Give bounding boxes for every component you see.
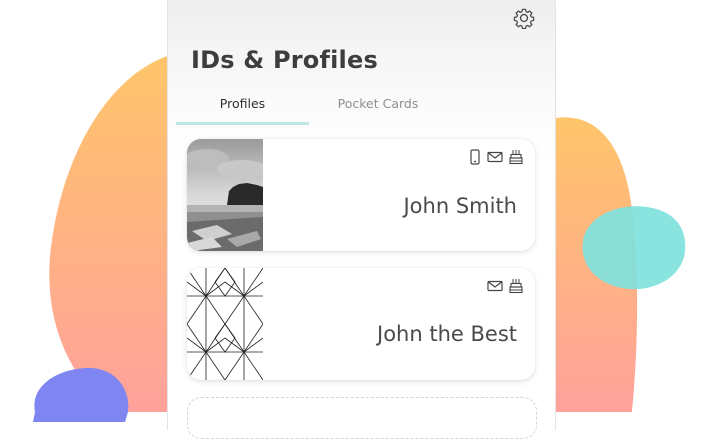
page-title: IDs & Profiles [191,46,378,74]
phone-icon [469,149,481,169]
profile-card-john-smith[interactable]: John Smith [187,139,535,251]
teal-background-blob [582,206,686,290]
profile-name: John the Best [377,322,517,346]
app-screen: IDs & Profiles Profiles Pocket Cards Joh… [167,0,556,439]
contact-icons [469,149,523,169]
add-profile-card[interactable] [187,397,537,439]
birthday-cake-icon [509,149,523,169]
geometric-pattern-image [187,268,263,380]
tab-bar: Profiles Pocket Cards [176,86,545,126]
profile-name: John Smith [403,194,517,218]
profile-card-john-the-best[interactable]: John the Best [187,268,535,380]
mail-icon [487,278,503,298]
mail-icon [487,149,503,169]
tab-pocket-cards[interactable]: Pocket Cards [313,86,443,122]
blue-background-blob [33,367,129,422]
gear-icon[interactable] [513,7,535,29]
contact-icons [487,278,523,298]
beach-photo-image [187,139,263,251]
birthday-cake-icon [509,278,523,298]
tab-profiles[interactable]: Profiles [176,86,309,125]
